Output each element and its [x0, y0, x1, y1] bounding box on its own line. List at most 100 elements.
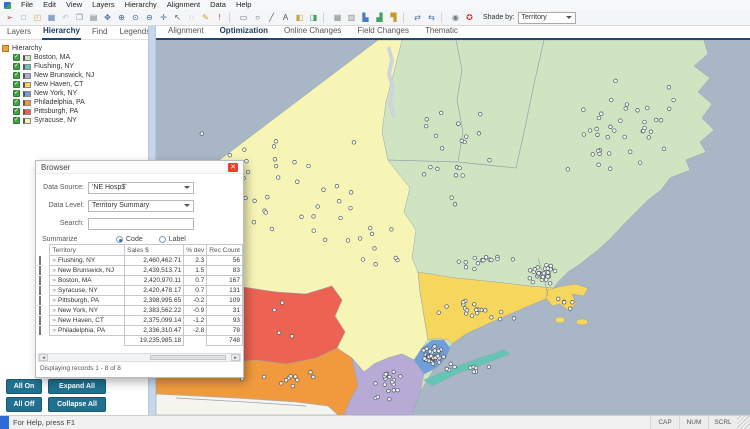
fill-color-icon[interactable]: ◧: [293, 11, 306, 24]
all-off-button[interactable]: All Off: [6, 397, 42, 412]
table-row[interactable]: »Philadelphia, PA 2,336,310.47 -2.8 78: [38, 326, 243, 336]
map-tab[interactable]: Online Changes: [284, 26, 341, 38]
menu-item[interactable]: Alignment: [167, 0, 200, 10]
search-input[interactable]: [88, 218, 194, 230]
summarize-code-radio[interactable]: Code: [116, 236, 143, 243]
toolbar-separator[interactable]: [229, 12, 234, 23]
scroll-right-icon[interactable]: ▸: [231, 354, 240, 361]
sidebar-tab[interactable]: Legends: [119, 27, 152, 39]
table-row[interactable]: »New York, NY 2,383,562.22 -0.9 31: [38, 306, 243, 316]
expand-row-icon[interactable]: »: [52, 327, 56, 334]
open-folder-icon[interactable]: ◰: [31, 11, 44, 24]
tree-item-row[interactable]: ✓ Boston, MA: [2, 53, 146, 62]
table-view-icon[interactable]: ▦: [331, 11, 344, 24]
sidebar-tab[interactable]: Layers: [6, 27, 32, 39]
menu-item[interactable]: File: [21, 0, 33, 10]
alert-flag-icon[interactable]: !: [213, 11, 226, 24]
lasso-icon[interactable]: ◌: [185, 11, 198, 24]
report-view-icon[interactable]: ▥: [345, 11, 358, 24]
save-icon[interactable]: ▦: [45, 11, 58, 24]
merge-territory-icon[interactable]: ⇆: [425, 11, 438, 24]
menu-item[interactable]: Data: [210, 0, 226, 10]
text-tool-icon[interactable]: A: [279, 11, 292, 24]
tree-item-row[interactable]: ✓ New Brunswick, NJ: [2, 71, 146, 80]
sidebar-tab[interactable]: Find: [91, 27, 109, 39]
expand-all-button[interactable]: Expand All: [48, 379, 106, 394]
toolbar-separator[interactable]: [441, 12, 446, 23]
scroll-left-icon[interactable]: ◂: [39, 354, 48, 361]
toolbar-separator[interactable]: [323, 12, 328, 23]
checkbox-checked-icon[interactable]: ✓: [13, 117, 20, 124]
chart-map-icon[interactable]: ▟: [373, 11, 386, 24]
zoom-out-icon[interactable]: ⊖: [143, 11, 156, 24]
expand-row-icon[interactable]: »: [52, 297, 56, 304]
table-row[interactable]: »New Haven, CT 2,375,099.14 -1.2 93: [38, 316, 243, 326]
table-row[interactable]: »Flushing, NY 2,460,462.71 2.3 56: [38, 256, 243, 266]
checkbox-checked-icon[interactable]: ✓: [13, 63, 20, 70]
menu-item[interactable]: View: [66, 0, 82, 10]
refresh-icon[interactable]: ✪: [463, 11, 476, 24]
chart-pie-icon[interactable]: ▜: [387, 11, 400, 24]
select-pointer-icon[interactable]: ↖: [171, 11, 184, 24]
tree-item-row[interactable]: ✓ Philadelphia, PA: [2, 98, 146, 107]
col-sales[interactable]: Sales $: [125, 245, 184, 256]
pushpin-icon[interactable]: ➢: [3, 11, 16, 24]
print-icon[interactable]: ▤: [87, 11, 100, 24]
map-tab[interactable]: Optimization: [220, 26, 268, 40]
edit-pencil-icon[interactable]: ✎: [199, 11, 212, 24]
line-tool-icon[interactable]: ╱: [265, 11, 278, 24]
expand-row-icon[interactable]: »: [52, 307, 56, 314]
checkbox-checked-icon[interactable]: ✓: [13, 72, 20, 79]
copy-icon[interactable]: ❐: [73, 11, 86, 24]
map-tab[interactable]: Field Changes: [357, 26, 409, 38]
expand-row-icon[interactable]: »: [52, 317, 56, 324]
map-tab[interactable]: Thematic: [425, 26, 458, 38]
tree-item-row[interactable]: ✓ Syracuse, NY: [2, 116, 146, 125]
new-document-icon[interactable]: □: [17, 11, 30, 24]
find-icon[interactable]: ◉: [449, 11, 462, 24]
menu-item[interactable]: Hierarchy: [125, 0, 157, 10]
checkbox-checked-icon[interactable]: ✓: [13, 90, 20, 97]
col-dev[interactable]: % dev: [184, 245, 207, 256]
summarize-label-radio[interactable]: Label: [159, 236, 186, 243]
sidebar-tab[interactable]: Hierarchy: [42, 26, 81, 40]
data-level-select[interactable]: Territory Summary: [88, 200, 194, 212]
rectangle-tool-icon[interactable]: ▭: [237, 11, 250, 24]
horizontal-scrollbar[interactable]: ◂ ▸: [38, 353, 241, 362]
expand-row-icon[interactable]: »: [52, 257, 56, 264]
col-territory[interactable]: Territory: [50, 245, 125, 256]
close-icon[interactable]: ✕: [228, 163, 238, 172]
zoom-in-icon[interactable]: ⊕: [115, 11, 128, 24]
scrollbar-thumb[interactable]: [150, 355, 226, 360]
ellipse-tool-icon[interactable]: ○: [251, 11, 264, 24]
pan-icon[interactable]: ✛: [157, 11, 170, 24]
highlight-color-icon[interactable]: ◨: [307, 11, 320, 24]
all-on-button[interactable]: All On: [6, 379, 42, 394]
col-rec-count[interactable]: Rec Count: [207, 245, 243, 256]
expand-row-icon[interactable]: »: [52, 287, 56, 294]
zoom-extent-icon[interactable]: ✥: [101, 11, 114, 24]
map-tab[interactable]: Alignment: [168, 26, 204, 38]
toolbar-separator[interactable]: [403, 12, 408, 23]
table-row[interactable]: »New Brunswick, NJ 2,439,513.71 1.5 83: [38, 266, 243, 276]
shade-by-select[interactable]: Territory: [518, 12, 576, 24]
checkbox-checked-icon[interactable]: ✓: [13, 54, 20, 61]
menu-item[interactable]: Layers: [92, 0, 115, 10]
tree-item-row[interactable]: ✓ New Haven, CT: [2, 80, 146, 89]
zoom-window-icon[interactable]: ⊙: [129, 11, 142, 24]
tree-root-row[interactable]: Hierarchy: [2, 44, 146, 53]
table-row[interactable]: »Boston, MA 2,420,970.11 0.7 167: [38, 276, 243, 286]
expand-row-icon[interactable]: »: [52, 267, 56, 274]
tree-item-row[interactable]: ✓ New York, NY: [2, 89, 146, 98]
checkbox-checked-icon[interactable]: ✓: [13, 99, 20, 106]
undo-icon[interactable]: ↶: [59, 11, 72, 24]
data-source-select[interactable]: 'NE Hosp$': [88, 182, 194, 194]
collapse-all-button[interactable]: Collapse All: [48, 397, 106, 412]
chart-bar-icon[interactable]: ▙: [359, 11, 372, 24]
tree-item-row[interactable]: ✓ Pittsburgh, PA: [2, 107, 146, 116]
split-territory-icon[interactable]: ⇄: [411, 11, 424, 24]
menu-item[interactable]: Help: [236, 0, 251, 10]
expand-row-icon[interactable]: »: [52, 277, 56, 284]
tree-item-row[interactable]: ✓ Flushing, NY: [2, 62, 146, 71]
dialog-title-bar[interactable]: Browser ✕: [36, 161, 243, 174]
